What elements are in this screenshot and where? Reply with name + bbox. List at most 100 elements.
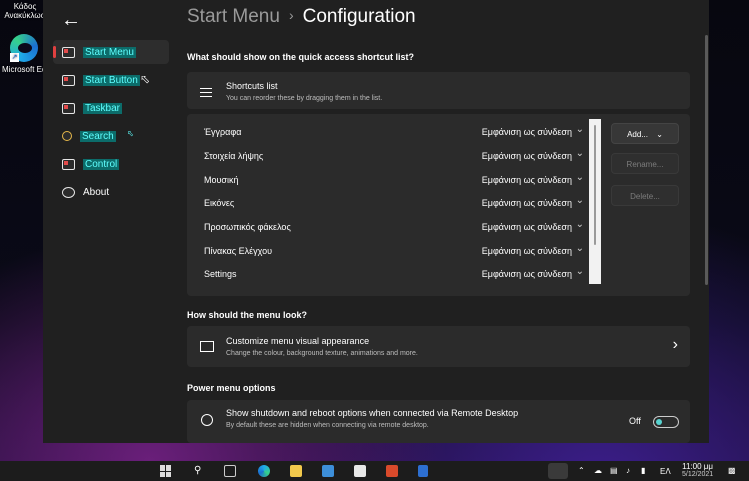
shortcuts-list-title: Shortcuts list (226, 81, 278, 91)
shortcut-name: Στοιχεία λήψης (204, 151, 264, 161)
look-section-title: How should the menu look? (187, 310, 307, 320)
list-icon (200, 88, 212, 100)
clock[interactable]: 11:00 μμ 5/12/2021 (682, 462, 713, 478)
language-indicator[interactable]: ΕΛ (660, 467, 671, 476)
onedrive-icon[interactable]: ☁ (594, 466, 602, 475)
recycle-bin-label-2: Ανακύκλωσ (4, 11, 46, 20)
clock-date: 5/12/2021 (682, 471, 714, 478)
shortcut-name: Πίνακας Ελέγχου (204, 246, 273, 256)
breadcrumb: Start Menu › Configuration (187, 6, 416, 28)
shortcuts-list-header-card: Shortcuts list You can reorder these by … (187, 72, 690, 109)
shortcut-mode-select[interactable]: Εμφάνιση ως σύνδεση (482, 127, 572, 137)
remote-desktop-toggle[interactable] (653, 416, 679, 428)
shortcut-mode-select[interactable]: Εμφάνιση ως σύνδεση (482, 198, 572, 208)
list-item[interactable]: Μουσική Εμφάνιση ως σύνδεση ⌄ (204, 169, 584, 192)
shortcut-mode-select[interactable]: Εμφάνιση ως σύνδεση (482, 175, 572, 185)
cursor-trail-icon: ⬁ (127, 129, 134, 138)
chevron-down-icon[interactable]: ⌄ (576, 172, 584, 183)
shortcut-name: Settings (204, 269, 237, 279)
edge-label: Microsoft Ed (2, 65, 47, 74)
sidebar-item-start-menu[interactable]: Start Menu (53, 40, 169, 64)
list-scrollbar[interactable] (589, 119, 601, 284)
chevron-up-icon[interactable]: ⌃ (578, 466, 585, 475)
start-menu-icon (62, 46, 75, 58)
edge-desktop-icon[interactable]: ↗ Microsoft Ed (2, 34, 46, 74)
file-explorer-icon[interactable] (290, 465, 302, 477)
control-icon (62, 158, 75, 170)
add-shortcut-button[interactable]: Add... ⌄ (611, 123, 679, 144)
delete-shortcut-button[interactable]: Delete... (611, 185, 679, 206)
sidebar-item-start-button[interactable]: Start Button (53, 68, 169, 92)
sidebar-item-control[interactable]: Control (53, 152, 169, 176)
taskbar-search-icon[interactable]: ⚲ (194, 465, 206, 477)
edge-taskbar-icon[interactable] (258, 465, 270, 477)
sidebar-item-label: Taskbar (83, 102, 123, 114)
chevron-down-icon[interactable]: ⌄ (576, 124, 584, 135)
shortcut-mode-select[interactable]: Εμφάνιση ως σύνδεση (482, 269, 572, 279)
recycle-bin-desktop-icon[interactable]: Κάδος Ανακύκλωσ (3, 2, 47, 20)
store-icon[interactable] (322, 465, 334, 477)
list-item[interactable]: Προσωπικός φάκελος Εμφάνιση ως σύνδεση ⌄ (204, 216, 584, 239)
chevron-down-icon: ⌄ (656, 130, 663, 139)
sidebar-item-search[interactable]: Search (53, 124, 169, 148)
app-window: ← Start Menu Start Button Taskbar Search… (43, 0, 709, 443)
remote-desktop-power-card: Show shutdown and reboot options when co… (187, 400, 690, 443)
shortcut-name: Εικόνες (204, 198, 235, 208)
network-icon[interactable]: ▤ (610, 466, 618, 475)
power-icon (201, 414, 213, 426)
shortcuts-list-subtitle: You can reorder these by dragging them i… (226, 95, 383, 102)
mouse-cursor-icon: ⬁ (140, 72, 151, 86)
volume-icon[interactable]: ♪ (626, 466, 630, 475)
chevron-down-icon[interactable]: ⌄ (576, 195, 584, 206)
shortcut-name: Έγγραφα (204, 127, 242, 137)
start-button-icon (62, 74, 75, 86)
list-item[interactable]: Πίνακας Ελέγχου Εμφάνιση ως σύνδεση ⌄ (204, 240, 584, 263)
start-app-icon[interactable] (418, 465, 428, 477)
sidebar-item-label: About (83, 186, 110, 198)
sidebar-item-taskbar[interactable]: Taskbar (53, 96, 169, 120)
weather-icon[interactable] (548, 463, 568, 479)
power-section-title: Power menu options (187, 383, 276, 393)
shortcuts-list-card: Έγγραφα Εμφάνιση ως σύνδεση ⌄ Στοιχεία λ… (187, 114, 690, 296)
shortcut-mode-select[interactable]: Εμφάνιση ως σύνδεση (482, 246, 572, 256)
breadcrumb-parent[interactable]: Start Menu (187, 6, 280, 27)
office-icon[interactable] (386, 465, 398, 477)
add-button-label: Add... (627, 130, 648, 139)
taskbar: ⚲ ⌃ ☁ ▤ ♪ ▮ ΕΛ 11:00 μμ 5/12/2021 ▩ (0, 461, 749, 481)
chevron-down-icon[interactable]: ⌄ (576, 243, 584, 254)
visual-appearance-card[interactable]: Customize menu visual appearance Change … (187, 326, 690, 367)
list-item[interactable]: Εικόνες Εμφάνιση ως σύνδεση ⌄ (204, 192, 584, 215)
page-title: Configuration (302, 6, 416, 27)
shortcuts-section-title: What should show on the quick access sho… (187, 52, 415, 62)
recycle-bin-label-1: Κάδος (13, 2, 37, 11)
chevron-down-icon[interactable]: ⌄ (576, 148, 584, 159)
page-scrollbar[interactable] (705, 35, 708, 285)
list-item[interactable]: Settings Εμφάνιση ως σύνδεση ⌄ (204, 263, 584, 286)
task-view-icon[interactable] (224, 465, 236, 477)
breadcrumb-separator-icon: › (288, 7, 294, 23)
shortcut-name: Προσωπικός φάκελος (204, 222, 291, 232)
sidebar-item-label: Search (80, 130, 116, 142)
chevron-right-icon: › (672, 336, 678, 353)
chevron-down-icon[interactable]: ⌄ (576, 266, 584, 277)
search-icon (62, 131, 72, 141)
remote-desktop-option-title: Show shutdown and reboot options when co… (226, 408, 519, 418)
shortcut-mode-select[interactable]: Εμφάνιση ως σύνδεση (482, 222, 572, 232)
list-item[interactable]: Έγγραφα Εμφάνιση ως σύνδεση ⌄ (204, 121, 584, 144)
sidebar: ← Start Menu Start Button Taskbar Search… (43, 0, 178, 443)
image-icon (200, 341, 214, 352)
shortcut-arrow-icon: ↗ (10, 53, 19, 62)
notifications-icon[interactable]: ▩ (728, 466, 736, 475)
sidebar-item-about[interactable]: About (53, 180, 169, 204)
chevron-down-icon[interactable]: ⌄ (576, 219, 584, 230)
taskbar-icon (62, 102, 75, 114)
back-arrow-icon[interactable]: ← (61, 9, 81, 32)
rename-shortcut-button[interactable]: Rename... (611, 153, 679, 174)
visual-appearance-subtitle: Change the colour, background texture, a… (226, 350, 418, 357)
mail-icon[interactable] (354, 465, 366, 477)
list-item[interactable]: Στοιχεία λήψης Εμφάνιση ως σύνδεση ⌄ (204, 145, 584, 168)
sidebar-item-label: Start Button (83, 74, 140, 86)
battery-icon[interactable]: ▮ (641, 466, 645, 475)
shortcut-mode-select[interactable]: Εμφάνιση ως σύνδεση (482, 151, 572, 161)
windows-start-icon[interactable] (160, 465, 172, 477)
